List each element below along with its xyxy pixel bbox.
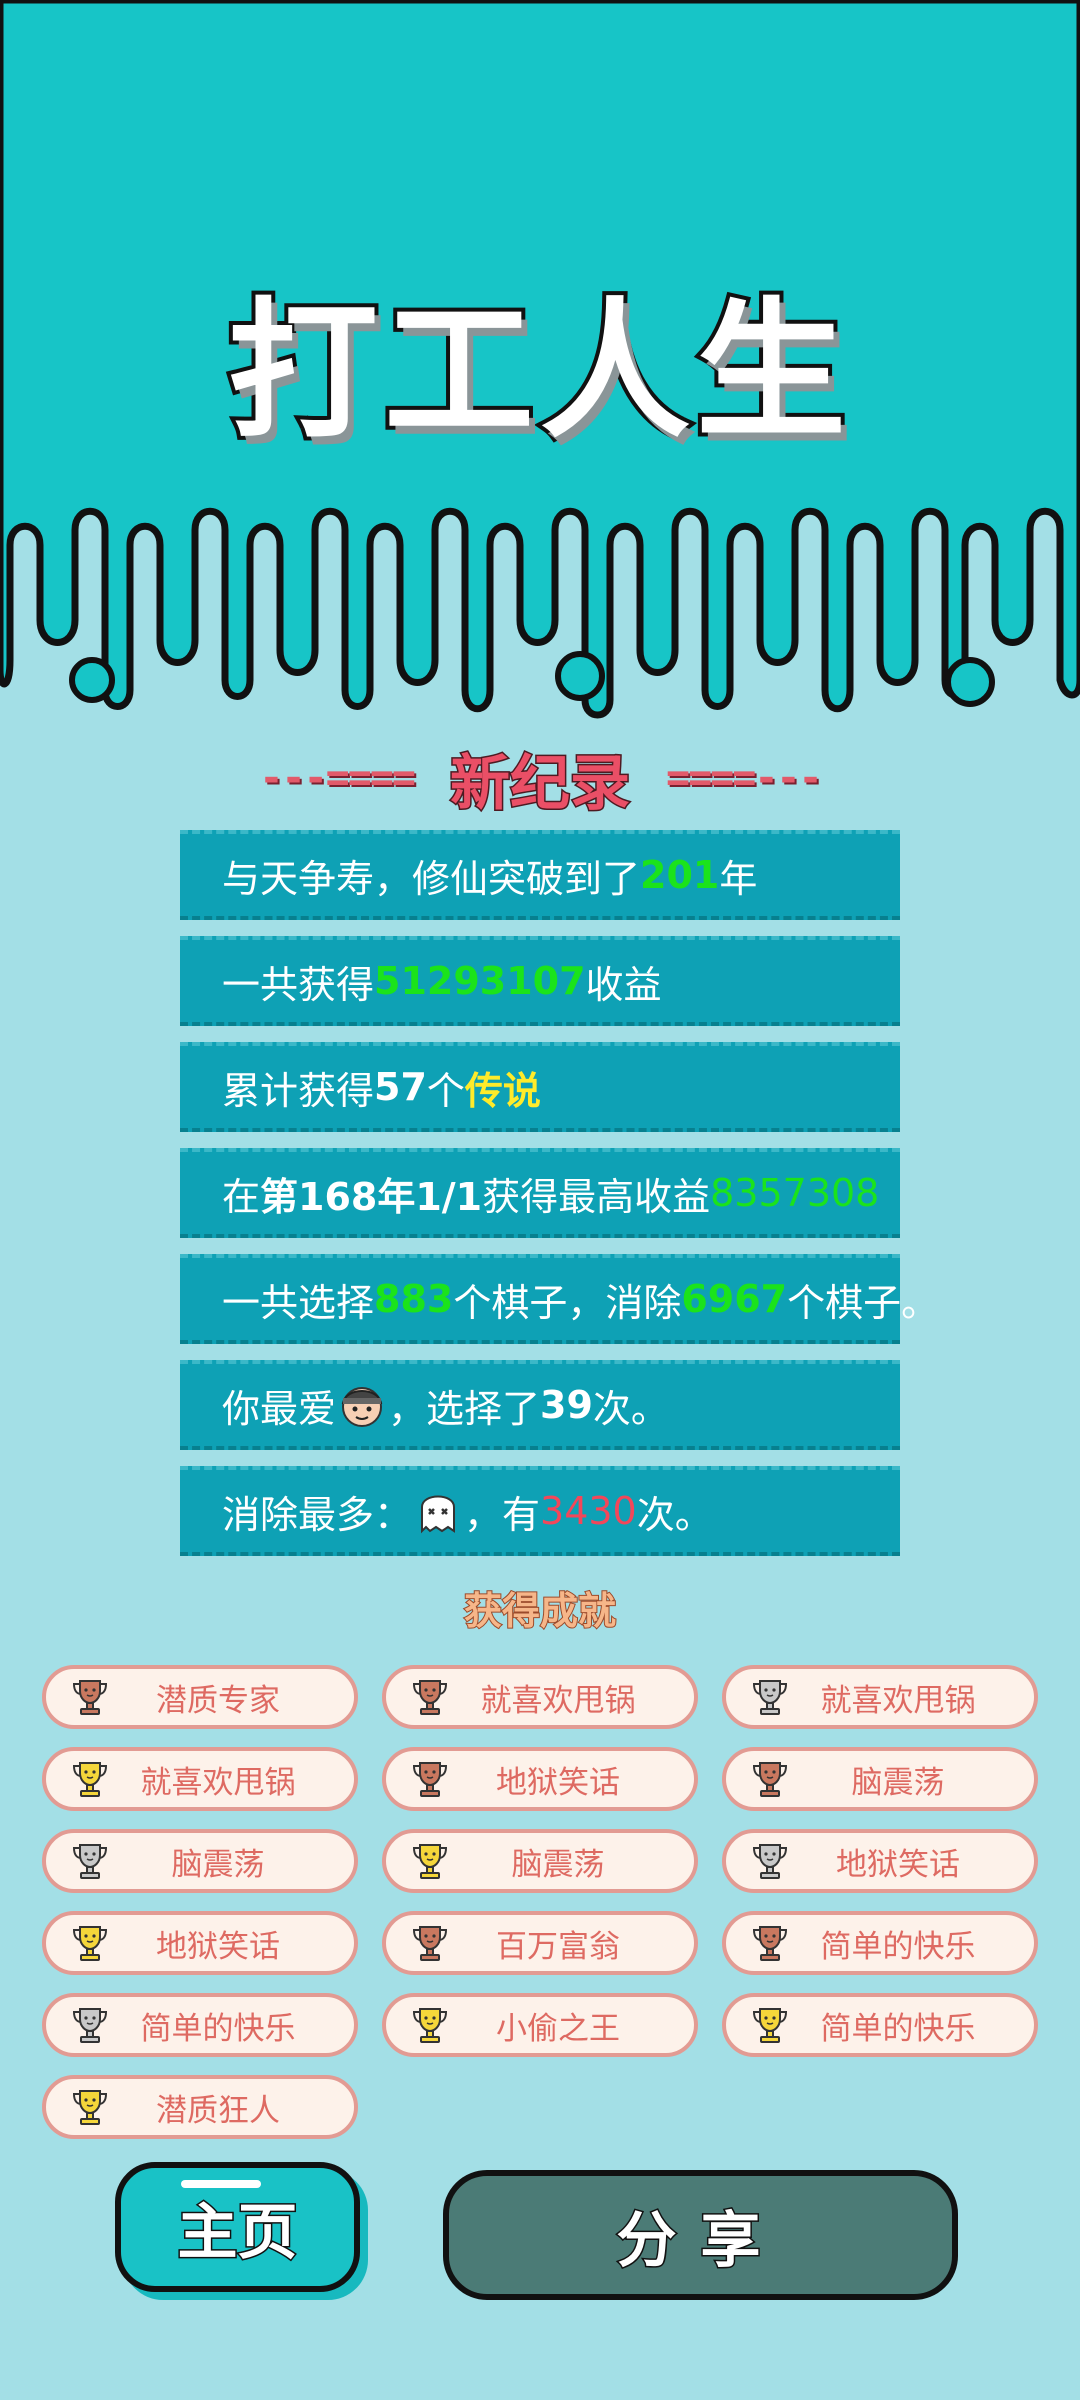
achievement-badge: 小偷之王 (382, 1993, 698, 2057)
achievements-title: 获得成就 (463, 1588, 617, 1634)
thief-face-icon (341, 1387, 383, 1427)
stat-text: 收益 (585, 962, 662, 1007)
achievement-label: 就喜欢甩锅 (820, 1682, 976, 1719)
stat-text: 次。 (592, 1386, 669, 1431)
achievement-badge: 脑震荡 (42, 1829, 358, 1893)
trophy-icon (412, 1762, 448, 1797)
trophy-icon (412, 2008, 448, 2043)
stat-text: 个棋子，消除 (453, 1280, 682, 1325)
new-record-header: ---==== 新纪录 ====--- (175, 740, 905, 820)
achievement-badge: 就喜欢甩锅 (722, 1665, 1038, 1729)
achievement-label: 就喜欢甩锅 (140, 1764, 296, 1801)
achievement-badge: 地狱笑话 (722, 1829, 1038, 1893)
trophy-icon (412, 1926, 448, 1961)
record-dash-left: ---==== (259, 755, 416, 801)
trophy-icon (72, 1762, 108, 1797)
achievement-label: 潜质专家 (156, 1682, 280, 1719)
achievement-badge: 潜质专家 (42, 1665, 358, 1729)
stat-cultivation: 与天争寿，修仙突破到了 201 年 (180, 830, 900, 920)
achievement-label: 地狱笑话 (496, 1764, 620, 1801)
trophy-icon (72, 1844, 108, 1879)
stat-text: 消除最多： (222, 1492, 413, 1537)
achievement-badge: 就喜欢甩锅 (382, 1665, 698, 1729)
achievement-badge: 潜质狂人 (42, 2075, 358, 2139)
stat-date: 第168年1/1 (260, 1174, 483, 1219)
stat-favorite: 你最爱 ，选择了 39 次。 (180, 1360, 900, 1450)
stat-legends: 累计获得 57 个传说 (180, 1042, 900, 1132)
stat-text: 在 (222, 1174, 261, 1219)
achievement-badge: 百万富翁 (382, 1911, 698, 1975)
achievement-label: 简单的快乐 (140, 2010, 296, 2047)
record-dash-right: ====--- (666, 755, 823, 801)
stat-text: 你最爱 (222, 1386, 337, 1431)
achievement-badge: 简单的快乐 (722, 1993, 1038, 2057)
achievement-label: 潜质狂人 (156, 2092, 280, 2129)
achievement-label: 地狱笑话 (836, 1846, 960, 1883)
stat-pieces: 一共选择 883 个棋子，消除 6967 个棋子。 (180, 1254, 939, 1344)
share-button-label: 分享 (615, 2204, 785, 2277)
stat-text: 获得最高收益 (482, 1174, 711, 1219)
trophy-icon (752, 1926, 788, 1961)
achievement-label: 小偷之王 (496, 2010, 620, 2047)
share-button[interactable]: 分享 (443, 2170, 958, 2300)
stat-value-eliminated: 6967 (681, 1277, 788, 1321)
stat-value: 39 (540, 1383, 593, 1427)
achievement-badge: 脑震荡 (382, 1829, 698, 1893)
trophy-icon (72, 2008, 108, 2043)
stat-text: 个 (426, 1068, 465, 1113)
achievement-label: 脑震荡 (171, 1846, 265, 1883)
achievement-badge: 简单的快乐 (722, 1911, 1038, 1975)
home-button-label: 主页 (176, 2196, 299, 2269)
trophy-icon (752, 1762, 788, 1797)
stat-text: 累计获得 (222, 1068, 375, 1113)
stat-text: 一共选择 (222, 1280, 375, 1325)
stat-value: 8357308 (710, 1171, 880, 1215)
achievement-label: 就喜欢甩锅 (480, 1682, 636, 1719)
achievement-label: 脑震荡 (851, 1764, 945, 1801)
stat-value: 57 (374, 1065, 427, 1109)
achievement-label: 百万富翁 (496, 1928, 620, 1965)
trophy-icon (752, 1844, 788, 1879)
stat-text: 一共获得 (222, 962, 375, 1007)
achievement-badge: 地狱笑话 (42, 1911, 358, 1975)
record-title: 新纪录 (449, 747, 632, 820)
trophy-icon (72, 1926, 108, 1961)
stat-most-eliminated: 消除最多： ，有 3430 次。 (180, 1466, 900, 1556)
stat-max-income: 在 第168年1/1 获得最高收益 8357308 (180, 1148, 900, 1238)
achievement-label: 脑震荡 (511, 1846, 605, 1883)
achievement-label: 简单的快乐 (820, 2010, 976, 2047)
legend-tag: 传说 (464, 1068, 541, 1113)
achievement-badge: 就喜欢甩锅 (42, 1747, 358, 1811)
home-button[interactable]: 主页 (115, 2162, 360, 2292)
stat-text: 次。 (636, 1492, 713, 1537)
trophy-icon (72, 1680, 108, 1715)
stat-value: 51293107 (374, 959, 586, 1003)
stat-text: 与天争寿，修仙突破到了 (222, 856, 641, 901)
achievement-badge: 地狱笑话 (382, 1747, 698, 1811)
achievement-label: 地狱笑话 (156, 1928, 280, 1965)
game-title: 打工人生 (224, 281, 852, 463)
stat-text: 年 (719, 856, 758, 901)
achievement-badge: 简单的快乐 (42, 1993, 358, 2057)
stat-text: ，有 (464, 1492, 541, 1537)
achievement-badge: 脑震荡 (722, 1747, 1038, 1811)
stat-text: 个棋子。 (787, 1280, 940, 1325)
ghost-icon (421, 1495, 456, 1534)
stat-value-selected: 883 (374, 1277, 454, 1321)
trophy-icon (752, 1680, 788, 1715)
achievement-label: 简单的快乐 (820, 1928, 976, 1965)
home-button-shine (181, 2180, 261, 2188)
stat-value: 3430 (540, 1489, 637, 1533)
stat-text: ，选择了 (388, 1386, 541, 1431)
stat-value: 201 (640, 853, 720, 897)
trophy-icon (412, 1844, 448, 1879)
trophy-icon (412, 1680, 448, 1715)
trophy-icon (752, 2008, 788, 2043)
stat-income: 一共获得 51293107 收益 (180, 936, 900, 1026)
trophy-icon (72, 2090, 108, 2125)
